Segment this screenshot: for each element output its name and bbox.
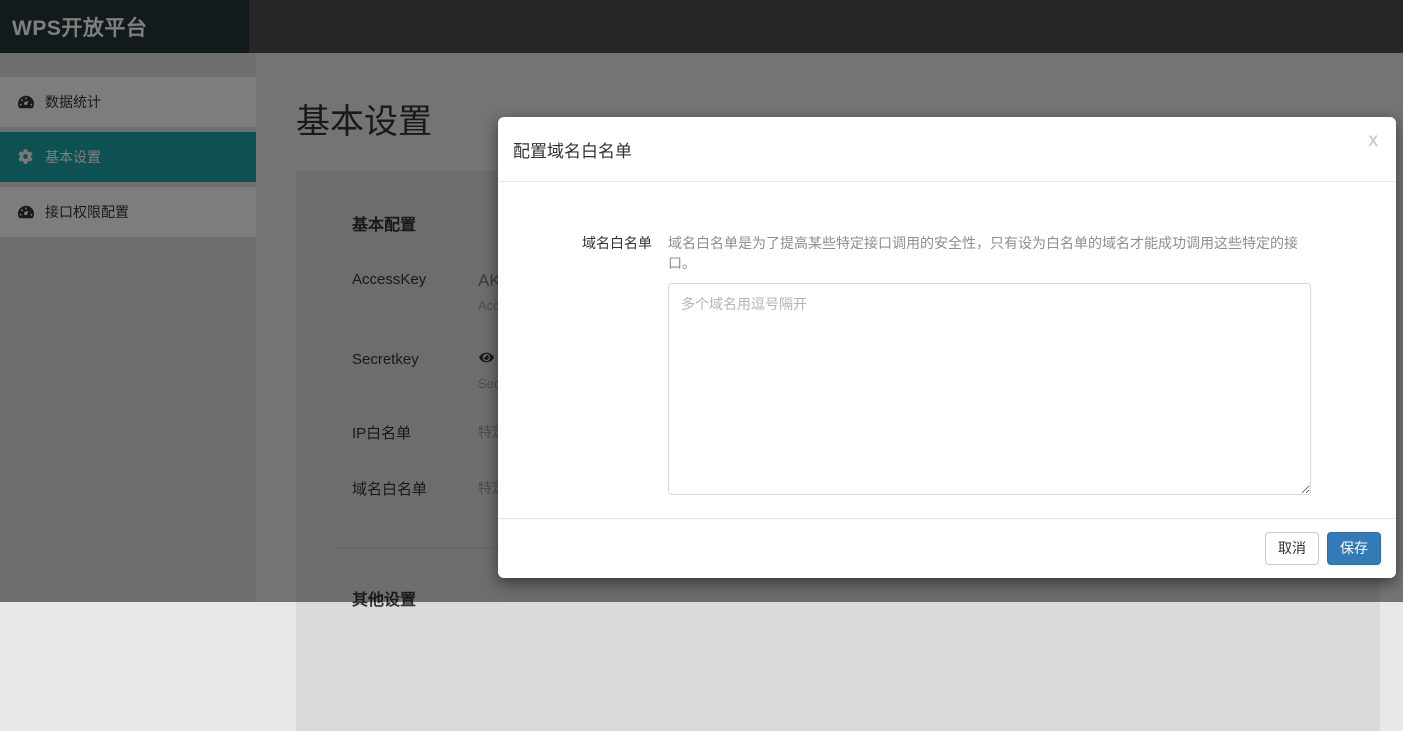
domain-whitelist-form-row: 域名白名单 域名白名单是为了提高某些特定接口调用的安全性，只有设为白名单的域名才…: [582, 233, 1311, 500]
domain-whitelist-field-label: 域名白名单: [582, 233, 652, 253]
modal-title: 配置域名白名单: [513, 137, 632, 162]
domain-whitelist-control-column: 域名白名单是为了提高某些特定接口调用的安全性，只有设为白名单的域名才能成功调用这…: [668, 233, 1311, 500]
modal-header: 配置域名白名单 x: [498, 117, 1396, 182]
domain-whitelist-hint: 域名白名单是为了提高某些特定接口调用的安全性，只有设为白名单的域名才能成功调用这…: [668, 233, 1311, 273]
save-button[interactable]: 保存: [1327, 532, 1381, 566]
modal-body: 域名白名单 域名白名单是为了提高某些特定接口调用的安全性，只有设为白名单的域名才…: [498, 182, 1396, 500]
close-icon[interactable]: x: [1369, 131, 1379, 150]
domain-whitelist-textarea[interactable]: [668, 283, 1311, 495]
modal-footer: 取消 保存: [498, 518, 1396, 578]
configure-domain-whitelist-modal: 配置域名白名单 x 域名白名单 域名白名单是为了提高某些特定接口调用的安全性，只…: [498, 117, 1396, 578]
cancel-button[interactable]: 取消: [1265, 532, 1319, 566]
